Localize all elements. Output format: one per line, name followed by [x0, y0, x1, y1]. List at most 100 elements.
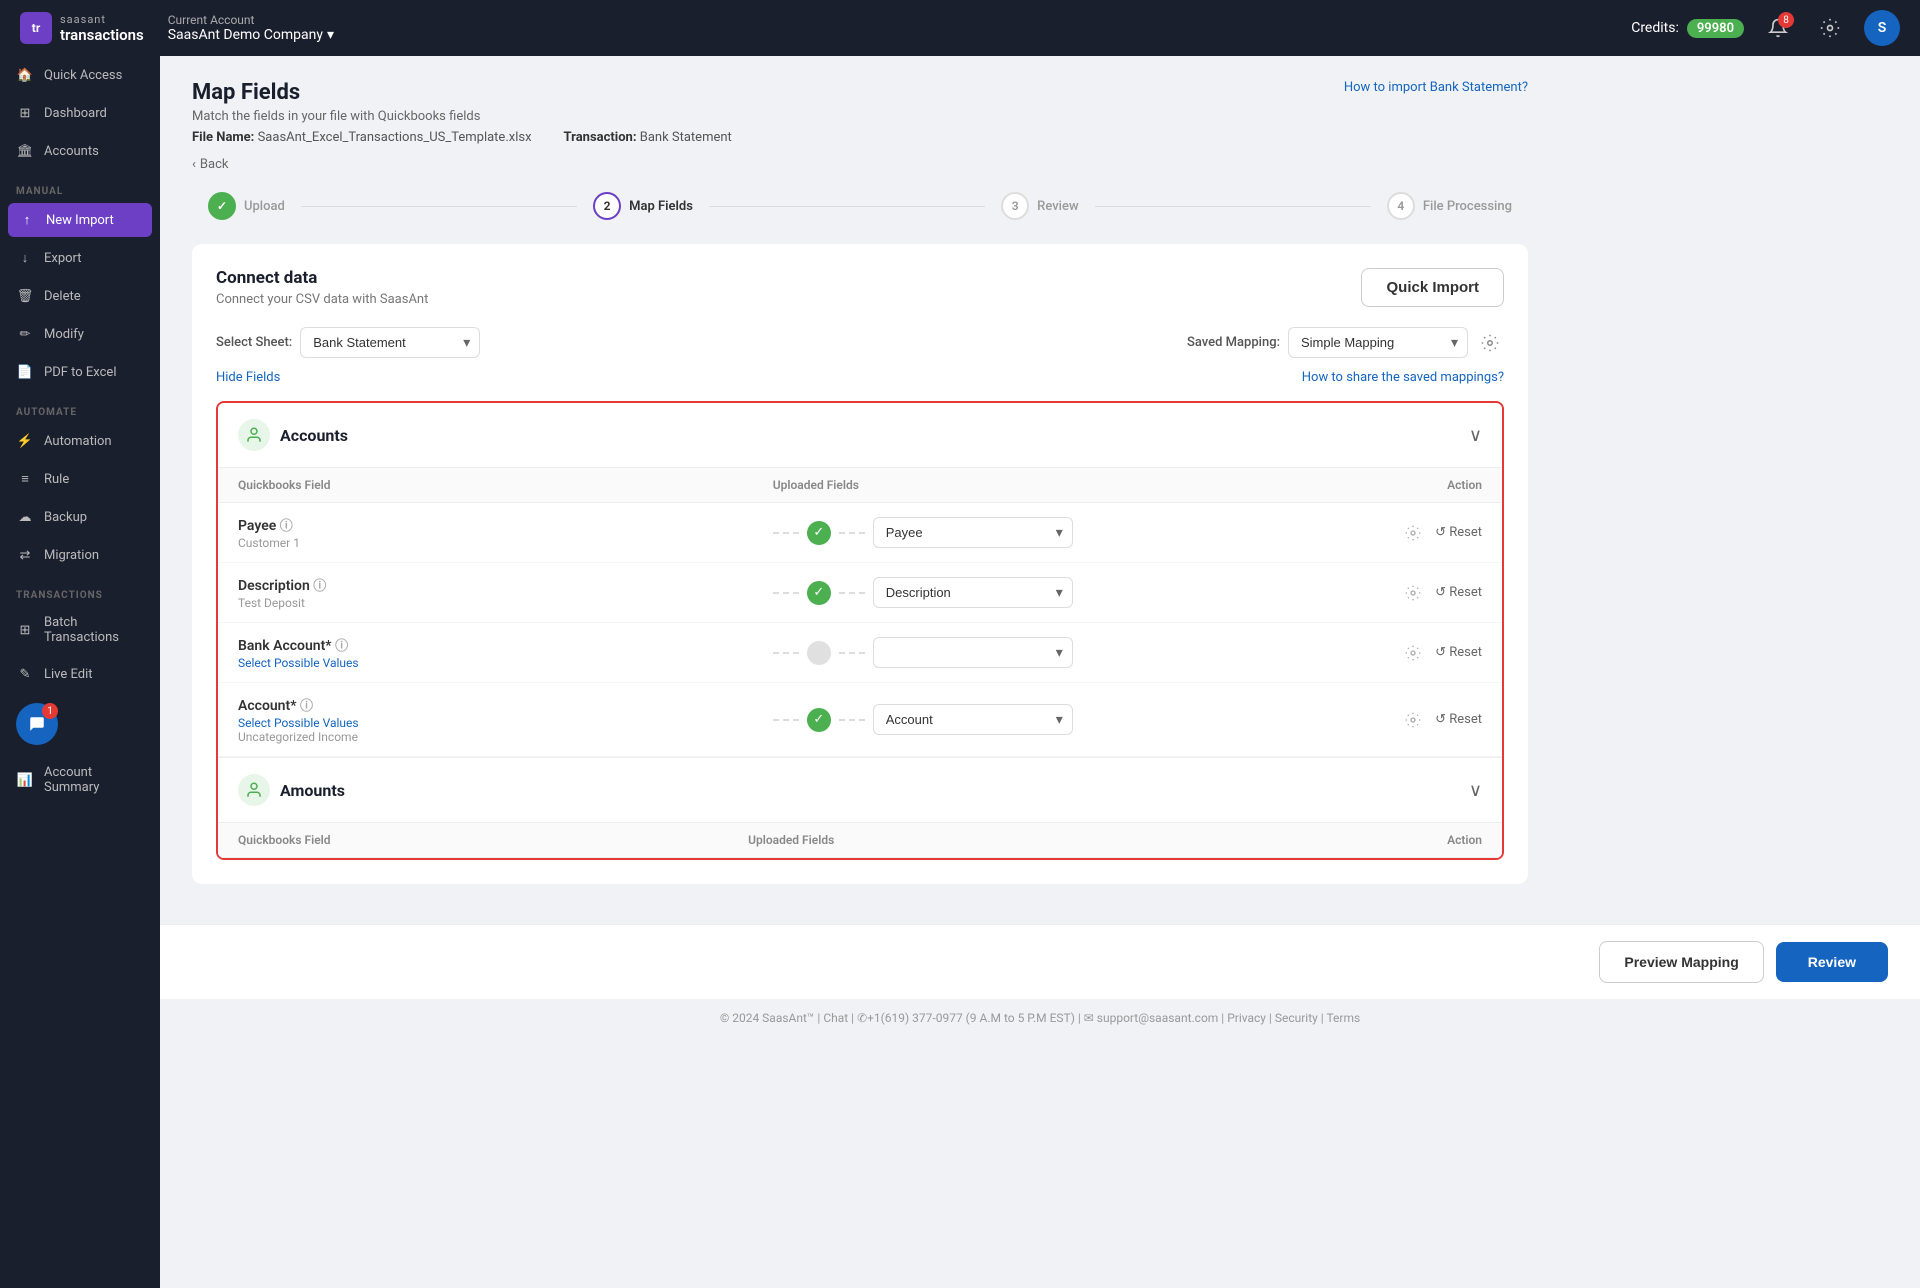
- sidebar-item-new-import[interactable]: ↑ New Import: [8, 203, 152, 237]
- field-info-icon[interactable]: ⓘ: [313, 579, 326, 594]
- sidebar-item-delete[interactable]: 🗑 Delete: [0, 277, 160, 315]
- accounts-section-icon: [238, 419, 270, 451]
- upload-select-wrapper[interactable]: Account: [873, 704, 1073, 735]
- how-to-share-link[interactable]: How to share the saved mappings?: [1302, 370, 1504, 385]
- product-label: transactions: [60, 26, 144, 44]
- upload-field-select[interactable]: Account: [873, 704, 1073, 735]
- reset-link[interactable]: ↺ Reset: [1435, 645, 1482, 660]
- account-dropdown-icon[interactable]: ▾: [327, 27, 334, 43]
- reset-link[interactable]: ↺ Reset: [1435, 525, 1482, 540]
- amounts-section-header[interactable]: Amounts ∨: [218, 757, 1502, 823]
- sidebar-item-migration[interactable]: ⇄ Migration: [0, 536, 160, 574]
- mapping-settings-icon[interactable]: [1476, 329, 1504, 357]
- row-settings-icon[interactable]: [1399, 519, 1427, 547]
- sidebar-item-accounts[interactable]: 🏛 Accounts: [0, 132, 160, 170]
- current-account-area: Current Account SaasAnt Demo Company ▾: [168, 13, 334, 43]
- sidebar-item-rule[interactable]: ≡ Rule: [0, 460, 160, 498]
- notification-button[interactable]: 8: [1760, 10, 1796, 46]
- sidebar-item-pdf-to-excel[interactable]: 📄 PDF to Excel: [0, 353, 160, 391]
- sidebar-item-live-edit[interactable]: ✎ Live Edit: [0, 655, 160, 693]
- page-title: Map Fields: [192, 80, 480, 105]
- amounts-action-header: Action: [1214, 823, 1502, 858]
- page-subtitle: Match the fields in your file with Quick…: [192, 109, 480, 124]
- upload-select-wrapper[interactable]: Payee: [873, 517, 1073, 548]
- sidebar-item-automation[interactable]: ⚡ Automation: [0, 422, 160, 460]
- sidebar-item-quick-access[interactable]: 🏠 Quick Access: [0, 56, 160, 94]
- account-summary-icon: 📊: [16, 771, 34, 789]
- sidebar-item-modify[interactable]: ✏ Modify: [0, 315, 160, 353]
- import-help-link[interactable]: How to import Bank Statement?: [1344, 80, 1528, 95]
- sidebar-item-export[interactable]: ↓ Export: [0, 239, 160, 277]
- select-sheet-wrapper[interactable]: Bank Statement: [300, 327, 480, 358]
- sidebar-item-dashboard[interactable]: ⊞ Dashboard: [0, 94, 160, 132]
- connector-cell: ✓ Payee: [753, 503, 1093, 563]
- dot-line-right: [839, 719, 865, 721]
- logo-text: saasant transactions: [60, 13, 144, 44]
- select-sheet-dropdown[interactable]: Bank Statement: [300, 327, 480, 358]
- field-info-icon[interactable]: ⓘ: [300, 699, 313, 714]
- amounts-section-icon: [238, 774, 270, 806]
- bottom-bar: Preview Mapping Review: [160, 924, 1920, 999]
- field-info-icon[interactable]: ⓘ: [280, 519, 293, 534]
- check-icon: ✓: [807, 581, 831, 605]
- back-button[interactable]: ‹ Back: [192, 157, 1528, 172]
- page-header: Map Fields Match the fields in your file…: [192, 80, 480, 124]
- import-icon: ↑: [18, 211, 36, 229]
- step-map-label: Map Fields: [629, 199, 693, 214]
- action-cell: ↺ Reset: [1093, 683, 1502, 757]
- table-row: Bank Account* ⓘ Select Possible Values ↺…: [218, 623, 1502, 683]
- row-settings-icon[interactable]: [1399, 706, 1427, 734]
- field-sub-label[interactable]: Select Possible Values: [238, 656, 733, 670]
- logo-icon: tr: [20, 12, 52, 44]
- sidebar-item-label-migration: Migration: [44, 548, 99, 563]
- quick-import-button[interactable]: Quick Import: [1361, 268, 1504, 307]
- upload-select-wrapper[interactable]: [873, 637, 1073, 668]
- saved-mapping-label: Saved Mapping:: [1187, 335, 1280, 350]
- saved-mapping-dropdown[interactable]: Simple Mapping: [1288, 327, 1468, 358]
- step-upload-circle: ✓: [208, 192, 236, 220]
- upload-field-select[interactable]: Payee: [873, 517, 1073, 548]
- sidebar-item-chat[interactable]: 1: [0, 693, 160, 755]
- table-row: Description ⓘ Test Deposit ✓ Description…: [218, 563, 1502, 623]
- field-sub-label[interactable]: Select Possible Values: [238, 716, 733, 730]
- step-file-processing: 4 File Processing: [1371, 192, 1528, 220]
- reset-link[interactable]: ↺ Reset: [1435, 712, 1482, 727]
- chat-button[interactable]: 1: [16, 703, 58, 745]
- sidebar-item-account-summary[interactable]: 📊 Account Summary: [0, 755, 160, 805]
- logo-area: tr saasant transactions: [20, 12, 144, 44]
- preview-mapping-button[interactable]: Preview Mapping: [1599, 941, 1763, 983]
- accounts-section-header[interactable]: Accounts ∨: [218, 403, 1502, 468]
- amounts-table-header-row: Quickbooks Field Uploaded Fields Action: [218, 823, 1502, 858]
- qb-field-cell: Account* ⓘ Select Possible Values Uncate…: [218, 683, 753, 757]
- user-avatar[interactable]: S: [1864, 10, 1900, 46]
- table-row: Payee ⓘ Customer 1 ✓ Payee ↺ Reset: [218, 503, 1502, 563]
- field-info-icon[interactable]: ⓘ: [335, 639, 348, 654]
- controls-row: Select Sheet: Bank Statement Saved Mappi…: [216, 327, 1504, 358]
- steps-row: ✓ Upload 2 Map Fields 3 Review: [192, 192, 1528, 220]
- settings-button[interactable]: [1812, 10, 1848, 46]
- saved-mapping-wrapper[interactable]: Simple Mapping: [1288, 327, 1468, 358]
- hide-fields-link[interactable]: Hide Fields: [216, 370, 280, 385]
- upload-field-select[interactable]: [873, 637, 1073, 668]
- row-settings-icon[interactable]: [1399, 579, 1427, 607]
- transaction-type-item: Transaction: Bank Statement: [564, 130, 732, 145]
- sidebar-item-label-accounts: Accounts: [44, 144, 99, 159]
- upload-field-select[interactable]: Description: [873, 577, 1073, 608]
- step-upload: ✓ Upload: [192, 192, 301, 220]
- row-settings-icon[interactable]: [1399, 639, 1427, 667]
- connector-cell: ✓ Description: [753, 563, 1093, 623]
- review-button[interactable]: Review: [1776, 942, 1888, 982]
- modify-icon: ✏: [16, 325, 34, 343]
- credits-value: 99980: [1687, 19, 1744, 38]
- sidebar-item-label-new-import: New Import: [46, 213, 114, 228]
- reset-link[interactable]: ↺ Reset: [1435, 585, 1482, 600]
- brand-label: saasant: [60, 13, 144, 26]
- step-map-fields: 2 Map Fields: [577, 192, 709, 220]
- upload-select-wrapper[interactable]: Description: [873, 577, 1073, 608]
- amounts-qb-field-header: Quickbooks Field: [218, 823, 728, 858]
- sidebar-item-backup[interactable]: ☁ Backup: [0, 498, 160, 536]
- account-name[interactable]: SaasAnt Demo Company ▾: [168, 27, 334, 43]
- sidebar-item-batch-transactions[interactable]: ⊞ Batch Transactions: [0, 605, 160, 655]
- step-processing-label: File Processing: [1423, 199, 1512, 214]
- chat-badge: 1: [42, 703, 58, 719]
